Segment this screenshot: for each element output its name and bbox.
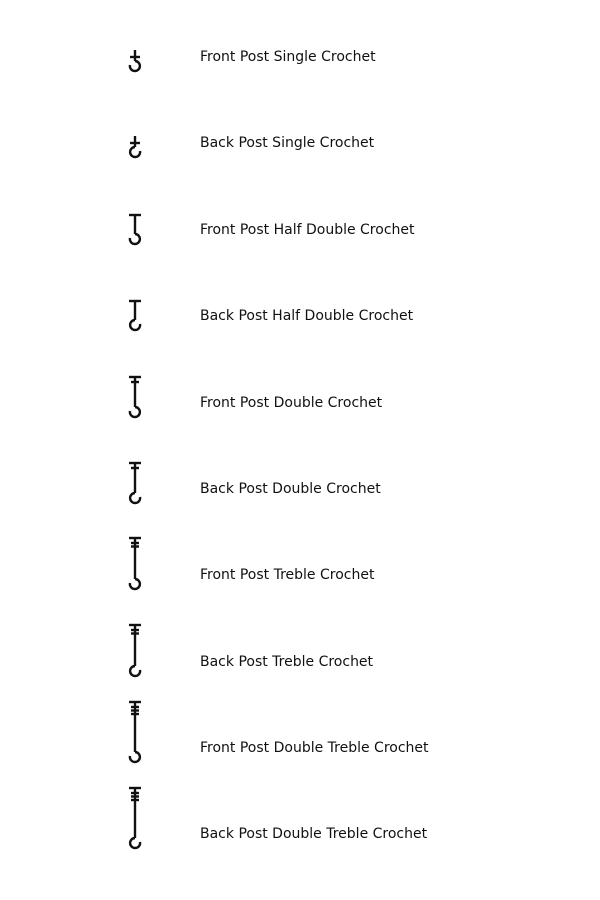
stitch-label: Back Post Double Treble Crochet	[200, 826, 428, 842]
front-post-single-crochet-icon	[128, 50, 142, 73]
stitch-label: Front Post Double Crochet	[200, 395, 383, 411]
back-post-double-treble-crochet-icon	[128, 786, 142, 850]
back-post-hook	[128, 145, 142, 159]
stitch-label: Back Post Half Double Crochet	[200, 308, 414, 324]
back-post-hook	[128, 836, 142, 850]
back-post-single-crochet-icon	[128, 136, 142, 159]
back-post-half-double-crochet-icon	[128, 299, 142, 332]
stitch-label: Back Post Single Crochet	[200, 135, 375, 151]
stitch-label: Front Post Double Treble Crochet	[200, 740, 429, 756]
back-post-hook	[128, 491, 142, 505]
front-post-hook	[128, 232, 142, 246]
front-post-half-double-crochet-icon	[128, 213, 142, 246]
front-post-treble-crochet-icon	[128, 536, 142, 591]
stitch-label: Back Post Double Crochet	[200, 481, 381, 497]
front-post-hook	[128, 59, 142, 73]
back-post-hook	[128, 664, 142, 678]
stitch-label: Front Post Single Crochet	[200, 49, 376, 65]
front-post-double-treble-crochet-icon	[128, 700, 142, 764]
front-post-hook	[128, 577, 142, 591]
front-post-double-crochet-icon	[128, 375, 142, 419]
front-post-hook	[128, 750, 142, 764]
stitch-label: Front Post Treble Crochet	[200, 567, 375, 583]
back-post-double-crochet-icon	[128, 461, 142, 505]
front-post-hook	[128, 405, 142, 419]
back-post-hook	[128, 318, 142, 332]
back-post-treble-crochet-icon	[128, 623, 142, 678]
stitch-label: Front Post Half Double Crochet	[200, 222, 415, 238]
stitch-label: Back Post Treble Crochet	[200, 654, 374, 670]
